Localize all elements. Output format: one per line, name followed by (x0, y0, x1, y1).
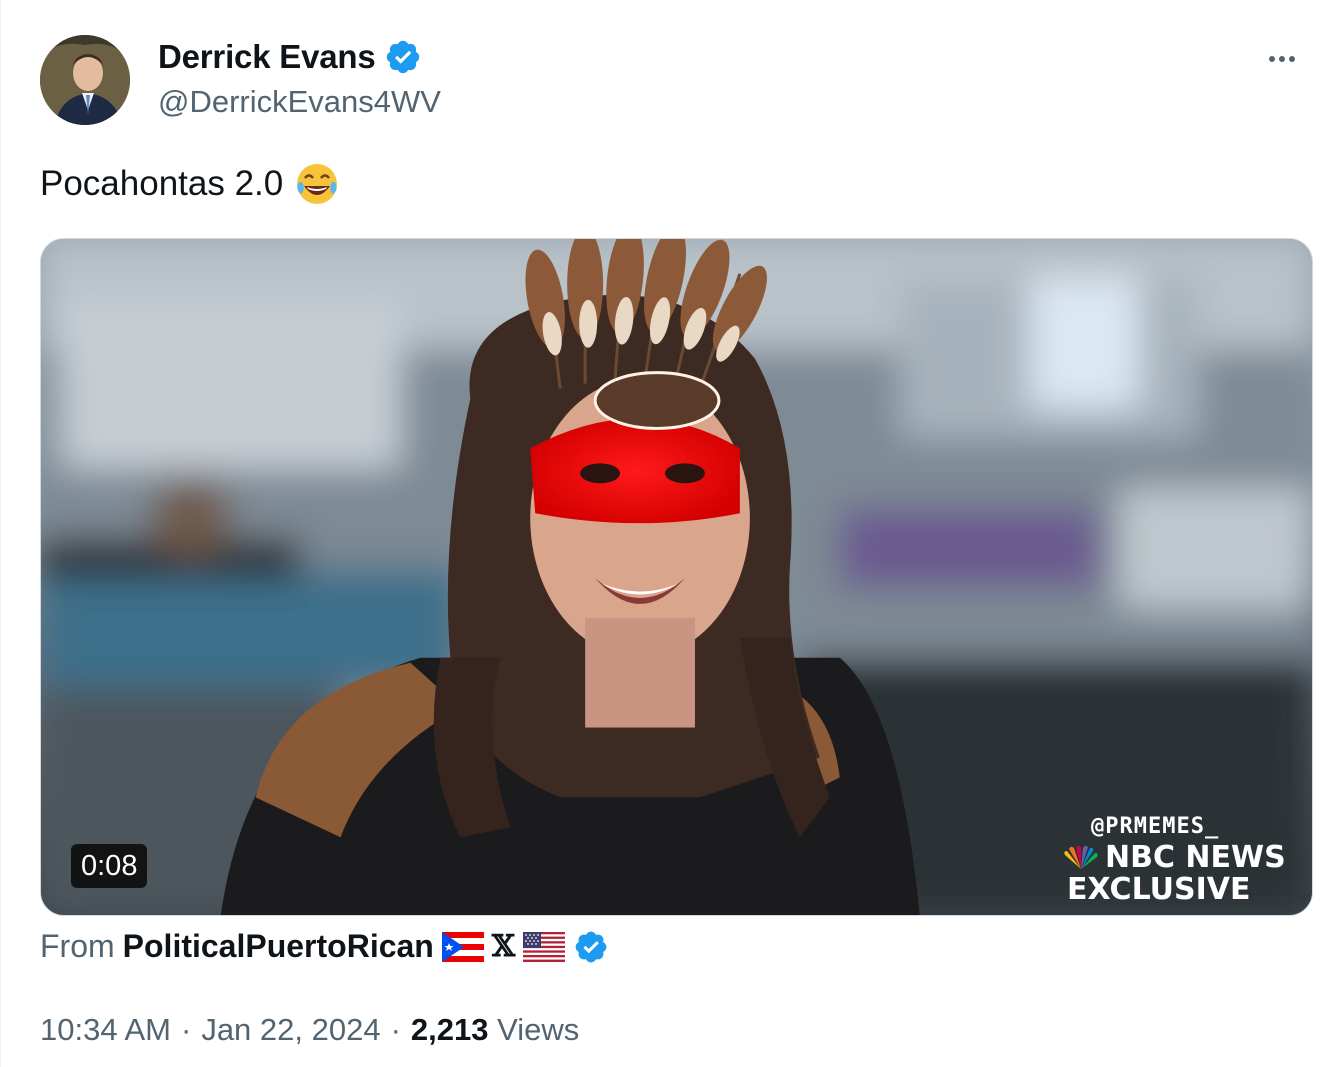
tears-of-joy-emoji-icon (297, 164, 338, 204)
network-logo: NBC NEWS EXCLUSIVE (1061, 843, 1286, 905)
author-display-name[interactable]: Derrick Evans (158, 38, 376, 76)
puerto-rico-flag-icon (441, 931, 484, 962)
avatar[interactable] (40, 35, 130, 125)
peacock-logo-icon (1064, 845, 1098, 869)
avatar-image (40, 35, 130, 125)
network-exclusive-label: EXCLUSIVE (1067, 872, 1251, 907)
tweet-time[interactable]: 10:34 AM (40, 1012, 171, 1048)
x-logo-icon: 𝕏 (491, 929, 516, 964)
separator: · (180, 1012, 192, 1047)
verified-badge-icon[interactable] (384, 38, 422, 76)
from-label: From (40, 928, 115, 964)
views-count: 2,213 (410, 1012, 489, 1047)
source-attribution: From PoliticalPuertoRican 𝕏 (40, 928, 609, 965)
video-watermark: @PRMEMES_ (1091, 814, 1220, 839)
tweet-date[interactable]: Jan 22, 2024 (201, 1012, 380, 1048)
more-options-button[interactable] (1262, 44, 1302, 74)
network-name: NBC NEWS (1105, 840, 1286, 875)
views-label: Views (497, 1012, 580, 1047)
author-name-row: Derrick Evans (158, 38, 422, 76)
dot-icon (1289, 56, 1295, 62)
views[interactable]: 2,213 Views (411, 1012, 579, 1048)
dot-icon (1279, 56, 1285, 62)
video-player[interactable]: 0:08 @PRMEMES_ NBC NEWS EXCLUSIVE (40, 238, 1313, 916)
source-account-name[interactable]: PoliticalPuertoRican (123, 928, 434, 965)
author-handle[interactable]: @DerrickEvans4WV (158, 84, 441, 120)
dot-icon (1269, 56, 1275, 62)
video-duration: 0:08 (71, 844, 148, 888)
verified-badge-icon[interactable] (573, 929, 609, 965)
separator: · (390, 1012, 401, 1047)
tweet: Derrick Evans @DerrickEvans4WV Pocahonta… (0, 0, 1332, 1067)
tweet-text-body: Pocahontas 2.0 (40, 164, 284, 203)
us-flag-icon (523, 931, 566, 962)
tweet-metadata: 10:34 AM · Jan 22, 2024 · 2,213 Views (40, 1012, 579, 1048)
tweet-text: Pocahontas 2.0 (40, 160, 341, 208)
